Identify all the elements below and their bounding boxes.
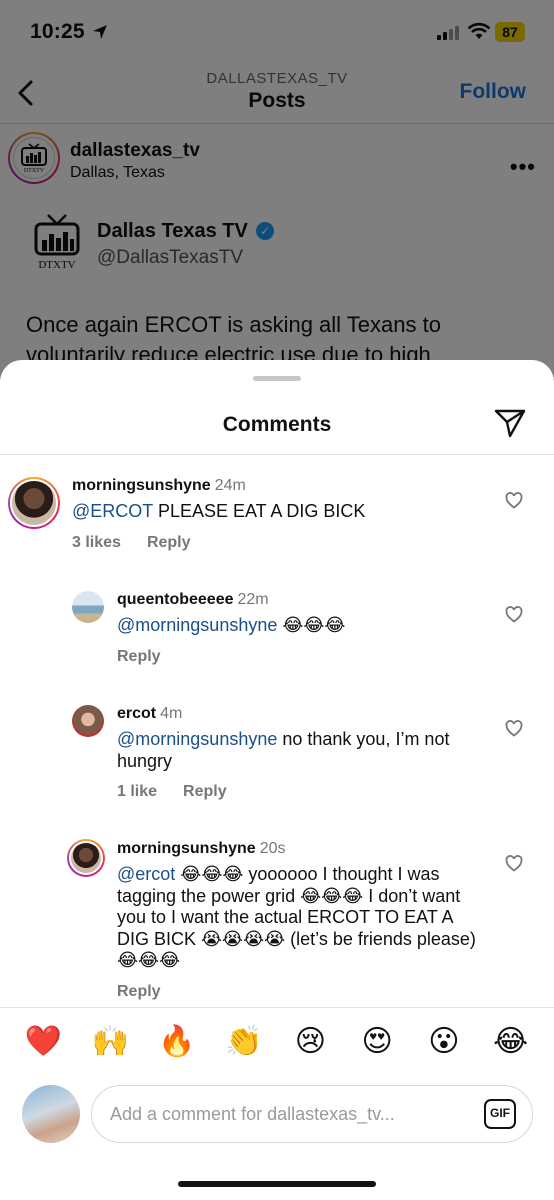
mention-link[interactable]: @morningsunshyne xyxy=(117,615,277,635)
sheet-title: Comments xyxy=(222,413,332,436)
comment-actions: Reply xyxy=(117,648,161,666)
reaction-raised-hands[interactable]: 🙌 xyxy=(88,1024,132,1059)
mention-link[interactable]: @ERCOT xyxy=(72,501,153,521)
share-send-icon[interactable] xyxy=(494,408,526,438)
reaction-clap[interactable]: 👏 xyxy=(222,1024,266,1059)
comment-text: @ERCOT PLEASE EAT A DIG BICK xyxy=(72,501,366,521)
comment-time: 22m xyxy=(237,591,269,608)
like-heart-icon[interactable] xyxy=(505,855,523,872)
reaction-surprised[interactable]: 😮 xyxy=(422,1024,466,1059)
likes-count[interactable]: 3 likes xyxy=(72,534,121,552)
comment-actions: 3 likes Reply xyxy=(72,534,191,552)
comment-username[interactable]: morningsunshyne 24m xyxy=(72,477,246,495)
reaction-heart-eyes[interactable]: 😍 xyxy=(355,1024,399,1059)
quick-reactions: ❤️ 🙌 🔥 👏 😢 😍 😮 😂 xyxy=(0,1024,554,1059)
comment-actions: Reply xyxy=(117,983,161,1001)
reply-button[interactable]: Reply xyxy=(147,534,191,552)
comment-username[interactable]: morningsunshyne 20s xyxy=(117,840,285,858)
dim-overlay[interactable] xyxy=(0,0,554,420)
mention-link[interactable]: @ercot xyxy=(117,864,175,884)
comment-actions: 1 like Reply xyxy=(117,783,227,801)
comment-username[interactable]: queentobeeeee 22m xyxy=(117,591,269,609)
reaction-crying[interactable]: 😢 xyxy=(288,1024,332,1059)
avatar[interactable] xyxy=(72,591,104,623)
comment-time: 20s xyxy=(259,840,286,857)
comment-input[interactable]: Add a comment for dallastexas_tv... GIF xyxy=(91,1085,533,1143)
mention-link[interactable]: @morningsunshyne xyxy=(117,729,277,749)
current-user-avatar[interactable] xyxy=(22,1085,80,1143)
reaction-laughing[interactable]: 😂 xyxy=(489,1024,533,1059)
avatar[interactable] xyxy=(67,839,105,877)
like-heart-icon[interactable] xyxy=(505,492,523,509)
avatar[interactable] xyxy=(72,705,104,737)
reply-button[interactable]: Reply xyxy=(183,783,227,801)
home-indicator[interactable] xyxy=(178,1181,376,1187)
comment-text: @ercot 😂😂😂 yoooooo I thought I was taggi… xyxy=(117,864,476,970)
comment-placeholder: Add a comment for dallastexas_tv... xyxy=(110,1104,395,1124)
avatar[interactable] xyxy=(8,477,60,529)
divider xyxy=(0,454,554,455)
like-heart-icon[interactable] xyxy=(505,606,523,623)
like-heart-icon[interactable] xyxy=(505,720,523,737)
comment-text: @morningsunshyne 😂😂😂 xyxy=(117,615,346,635)
gif-button[interactable]: GIF xyxy=(484,1099,516,1129)
divider xyxy=(0,1007,554,1008)
comment-time: 4m xyxy=(160,705,183,722)
drag-handle[interactable] xyxy=(253,376,301,381)
reply-button[interactable]: Reply xyxy=(117,983,161,1001)
comment-username[interactable]: ercot 4m xyxy=(117,705,182,723)
comment-time: 24m xyxy=(214,477,246,494)
likes-count[interactable]: 1 like xyxy=(117,783,157,801)
comment-text: @morningsunshyne no thank you, I’m not h… xyxy=(117,729,450,771)
reaction-heart[interactable]: ❤️ xyxy=(21,1024,65,1059)
reply-button[interactable]: Reply xyxy=(117,648,161,666)
reaction-fire[interactable]: 🔥 xyxy=(155,1024,199,1059)
